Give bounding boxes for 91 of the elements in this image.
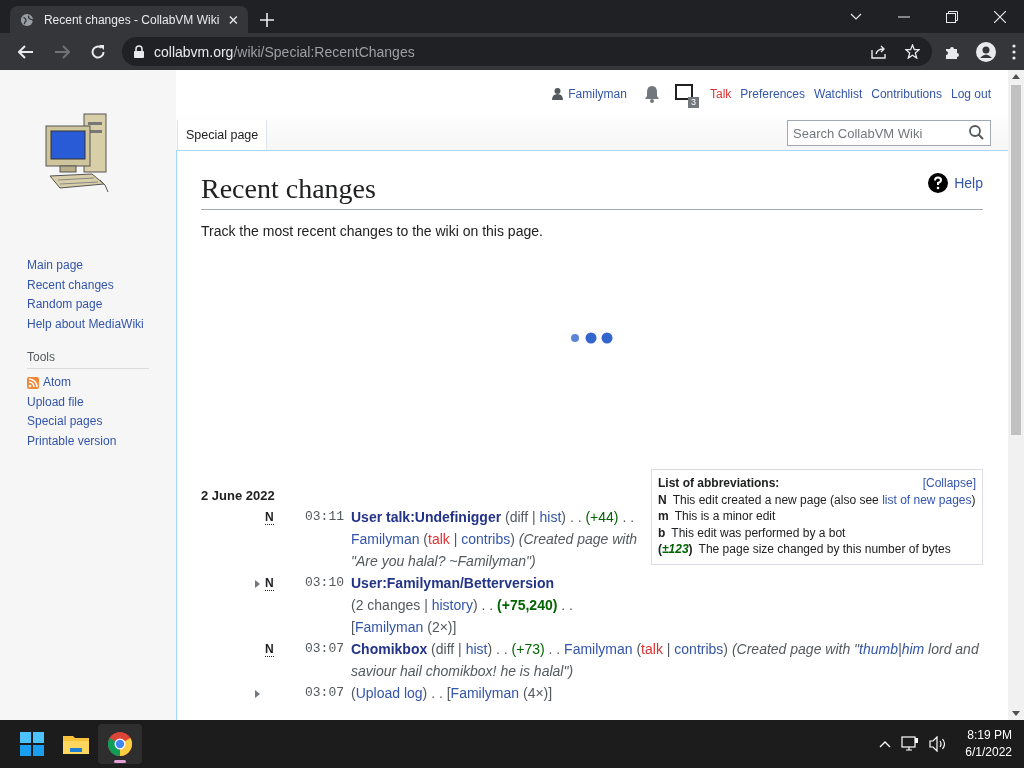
text-link[interactable]: Familyman xyxy=(354,619,424,635)
scroll-up-icon[interactable] xyxy=(1012,74,1020,79)
scrollbar[interactable] xyxy=(1008,70,1024,720)
tools-heading: Tools xyxy=(27,350,149,369)
chevron-down-icon[interactable] xyxy=(850,12,862,21)
abbreviation-entry: (±123) The page size changed by this number of bytes xyxy=(658,541,952,558)
volume-icon[interactable] xyxy=(929,736,948,752)
change-time: 03:10 xyxy=(305,574,345,592)
text-link[interactable]: hist xyxy=(539,509,562,525)
text-link[interactable]: Familyman xyxy=(450,685,520,701)
user-icon xyxy=(552,88,564,100)
menu-icon[interactable] xyxy=(1012,43,1016,60)
sidebar-link[interactable]: Help about MediaWiki xyxy=(27,314,144,334)
page-description: Track the most recent changes to the wiki on this page. xyxy=(201,223,544,239)
change-entry-text: (Upload log) . . [Familyman (4×)] xyxy=(351,684,554,703)
change-time: 03:07 xyxy=(305,684,345,702)
missing-page-link[interactable]: Talk xyxy=(709,87,732,101)
back-icon[interactable] xyxy=(18,44,34,59)
forward-icon[interactable] xyxy=(54,44,70,59)
network-icon[interactable] xyxy=(901,736,920,752)
username-link[interactable]: Familyman xyxy=(568,87,627,101)
text-link[interactable]: Familyman xyxy=(351,531,420,547)
feed-icon xyxy=(27,376,39,389)
abbreviation-entry: N This edit created a new page (also see list of new pages) xyxy=(658,491,976,508)
abbreviations-title: List of abbreviations: xyxy=(658,475,780,492)
scroll-down-icon[interactable] xyxy=(1012,711,1020,716)
change-entry-text: [Familyman (2×)] xyxy=(351,618,458,637)
help-link[interactable]: Help xyxy=(954,175,983,191)
text-link[interactable]: hist xyxy=(465,641,488,657)
change-entry-text: User talk:Undefinigger (diff | hist) . . (+44) . . Familyman (talk | contribs) (Created page with "Are you halal? ~Familyman") xyxy=(351,508,639,571)
abbreviation-entry: m This is a minor edit xyxy=(658,508,777,525)
restore-icon[interactable] xyxy=(946,10,958,23)
page-title-link[interactable]: User talk:Undefinigger xyxy=(351,509,502,525)
date-heading: 2 June 2022 xyxy=(201,487,275,505)
page-heading: Recent changes xyxy=(201,172,377,206)
tab-title: Recent changes - CollabVM Wiki xyxy=(43,12,220,27)
change-entry-text: Chomikbox (diff | hist) . . (+73) . . Familyman (talk | contribs) (Created page with "thumb|him lord and saviour hail chomikbox! he is halal") xyxy=(351,640,980,681)
text-link[interactable]: contribs xyxy=(461,531,511,547)
missing-page-link[interactable]: talk xyxy=(428,531,450,547)
bell-icon[interactable] xyxy=(643,85,660,103)
text-link[interactable]: history xyxy=(431,597,473,613)
sidebar-link[interactable]: Atom xyxy=(43,373,71,393)
user-menu-link[interactable]: Watchlist xyxy=(814,87,863,101)
search-field[interactable]: Search CollabVM Wiki xyxy=(787,120,991,146)
lock-icon xyxy=(134,45,144,58)
chrome-icon[interactable] xyxy=(98,724,142,764)
change-time: 03:07 xyxy=(305,640,345,658)
star-icon[interactable] xyxy=(905,44,920,59)
page-title-link[interactable]: Chomikbox xyxy=(351,641,428,657)
globe-icon xyxy=(20,11,34,28)
abbreviation-entry: b This edit was performed by a bot xyxy=(658,524,847,541)
close-icon[interactable] xyxy=(229,14,238,25)
sidebar-link[interactable]: Upload file xyxy=(27,392,84,412)
address-bar[interactable]: collabvm.org/wiki/Special:RecentChanges xyxy=(122,37,932,66)
reload-icon[interactable] xyxy=(90,43,106,60)
expand-arrow-icon[interactable] xyxy=(255,580,260,588)
missing-page-link[interactable]: talk xyxy=(641,641,663,657)
browser-tab[interactable]: Recent changes - CollabVM Wiki xyxy=(10,6,248,33)
sidebar-link[interactable]: Printable version xyxy=(27,431,117,451)
chevron-up-icon[interactable] xyxy=(879,740,892,748)
clock-date[interactable]: 6/1/2022 xyxy=(965,744,1012,761)
user-menu-link[interactable]: Log out xyxy=(950,87,991,101)
loading-indicator-icon xyxy=(570,331,614,345)
clock-time[interactable]: 8:19 PM xyxy=(967,727,1012,744)
close-icon[interactable] xyxy=(994,10,1006,23)
help-icon[interactable] xyxy=(928,173,949,193)
text-link[interactable]: thumb xyxy=(859,641,898,657)
user-menu-link[interactable]: Preferences xyxy=(740,87,805,101)
user-menu-link[interactable]: Contributions xyxy=(871,87,942,101)
change-time: 03:11 xyxy=(305,508,345,526)
share-icon[interactable] xyxy=(871,44,887,59)
expand-arrow-icon[interactable] xyxy=(255,690,260,698)
change-entry-text: (2 changes | history) . . (+75,240) . . xyxy=(351,596,574,615)
profile-icon[interactable] xyxy=(976,41,996,62)
new-tab-icon[interactable] xyxy=(260,13,274,27)
text-link[interactable]: Familyman xyxy=(564,641,633,657)
text-link[interactable]: list of new pages xyxy=(882,492,972,507)
search-icon[interactable] xyxy=(969,125,984,140)
namespace-tab[interactable]: Special page xyxy=(177,120,268,150)
new-page-flag: N xyxy=(265,510,274,525)
page-title-link[interactable]: User:Familyman/Betterversion xyxy=(351,575,555,591)
sidebar-link[interactable]: Recent changes xyxy=(27,275,114,295)
new-page-flag: N xyxy=(265,642,274,657)
text-link[interactable]: Upload log xyxy=(355,685,423,701)
sidebar-link[interactable]: Main page xyxy=(27,256,84,276)
collapse-link[interactable]: [Collapse] xyxy=(922,475,976,492)
minimize-icon[interactable] xyxy=(898,15,910,18)
text-link[interactable]: contribs xyxy=(674,641,724,657)
new-page-flag: N xyxy=(265,576,274,591)
sidebar-link[interactable]: Special pages xyxy=(27,412,103,432)
sidebar-link[interactable]: Random page xyxy=(27,295,103,315)
